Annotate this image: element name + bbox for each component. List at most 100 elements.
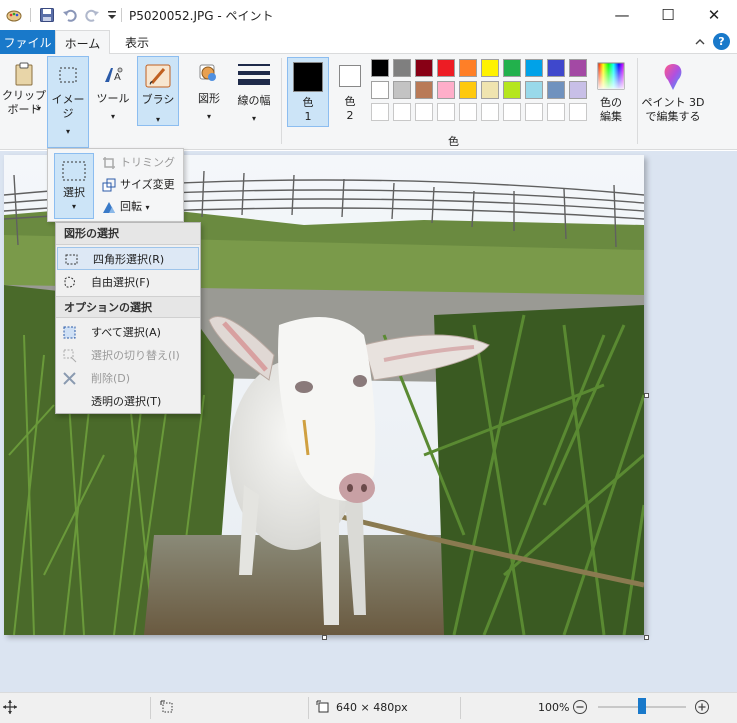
menu-item-rect-select[interactable]: 四角形選択(R) bbox=[57, 247, 199, 270]
redo-icon[interactable] bbox=[84, 7, 100, 23]
color-palette bbox=[371, 59, 593, 125]
palette-swatch-custom[interactable] bbox=[481, 103, 499, 121]
palette-swatch[interactable] bbox=[547, 59, 565, 77]
paint-app-icon[interactable] bbox=[6, 7, 22, 23]
customize-toolbar-icon[interactable] bbox=[104, 7, 120, 23]
palette-swatch[interactable] bbox=[415, 81, 433, 99]
tab-view[interactable]: 表示 bbox=[112, 30, 162, 54]
image-button[interactable]: イメージ ▾ bbox=[47, 56, 89, 148]
brush-icon bbox=[145, 64, 171, 88]
resize-button[interactable]: サイズ変更 bbox=[102, 176, 184, 194]
menu-item-delete[interactable]: 削除(D) bbox=[56, 367, 200, 390]
dropdown-arrow-icon: ▾ bbox=[206, 112, 211, 121]
color2-number: 2 bbox=[346, 109, 354, 122]
palette-swatch-custom[interactable] bbox=[547, 103, 565, 121]
tools-button[interactable]: A ツール ▾ bbox=[93, 58, 133, 134]
select-rect-icon bbox=[65, 254, 78, 265]
cursor-position-icon bbox=[3, 700, 17, 714]
palette-swatch[interactable] bbox=[371, 81, 389, 99]
palette-swatch[interactable] bbox=[481, 59, 499, 77]
paint3d-button[interactable]: ペイント 3D で編集する bbox=[640, 58, 706, 134]
shapes-button[interactable]: 図形 ▾ bbox=[188, 58, 230, 134]
edit-colors-button[interactable]: 色の 編集 bbox=[593, 58, 629, 134]
palette-swatch[interactable] bbox=[459, 59, 477, 77]
palette-swatch[interactable] bbox=[393, 59, 411, 77]
minimize-button[interactable]: — bbox=[599, 0, 645, 30]
ribbon: クリップ ボード ▾ イメージ ▾ A ツール ▾ ブラシ ▾ 図形 ▾ 線の幅… bbox=[0, 54, 737, 150]
palette-swatch-custom[interactable] bbox=[415, 103, 433, 121]
title-bar: P5020052.JPG - ペイント — ☐ ✕ bbox=[0, 0, 737, 30]
paint3d-icon bbox=[664, 64, 682, 90]
color2-swatch bbox=[339, 65, 361, 87]
tab-file[interactable]: ファイル bbox=[0, 30, 55, 54]
paint3d-label: ペイント 3D で編集する bbox=[641, 96, 705, 123]
resize-handle-bottom[interactable] bbox=[322, 635, 327, 640]
menu-header-shape: 図形の選択 bbox=[56, 223, 200, 245]
edit-colors-label: 色の 編集 bbox=[600, 96, 622, 123]
image-size-icon bbox=[316, 700, 329, 713]
zoom-out-icon[interactable] bbox=[572, 699, 588, 715]
zoom-in-icon[interactable] bbox=[694, 699, 710, 715]
palette-swatch[interactable] bbox=[481, 81, 499, 99]
palette-swatch[interactable] bbox=[415, 59, 433, 77]
select-button[interactable]: 選択 ▾ bbox=[54, 153, 94, 219]
crop-icon bbox=[103, 157, 115, 169]
palette-swatch-custom[interactable] bbox=[569, 103, 587, 121]
collapse-ribbon-icon[interactable] bbox=[694, 36, 706, 48]
shapes-label: 図形 bbox=[198, 92, 220, 105]
resize-icon bbox=[102, 178, 116, 192]
image-dimensions: 640 × 480px bbox=[336, 701, 408, 714]
palette-swatch-custom[interactable] bbox=[371, 103, 389, 121]
color2-button[interactable]: 色 2 bbox=[333, 57, 367, 127]
palette-swatch[interactable] bbox=[569, 59, 587, 77]
zoom-slider-thumb[interactable] bbox=[638, 698, 646, 714]
line-width-icon bbox=[238, 64, 270, 85]
resize-handle-right[interactable] bbox=[644, 393, 649, 398]
rect-select-label: 四角形選択(R) bbox=[93, 253, 165, 266]
clipboard-button[interactable]: クリップ ボード ▾ bbox=[2, 58, 46, 134]
palette-swatch[interactable] bbox=[525, 81, 543, 99]
image-label: イメージ bbox=[51, 93, 85, 120]
palette-swatch-custom[interactable] bbox=[393, 103, 411, 121]
palette-swatch-custom[interactable] bbox=[459, 103, 477, 121]
palette-swatch[interactable] bbox=[503, 81, 521, 99]
close-button[interactable]: ✕ bbox=[691, 0, 737, 30]
select-rect-icon bbox=[59, 67, 77, 83]
palette-swatch-custom[interactable] bbox=[525, 103, 543, 121]
maximize-button[interactable]: ☐ bbox=[645, 0, 691, 30]
zoom-level: 100% bbox=[538, 701, 570, 714]
resize-label: サイズ変更 bbox=[120, 178, 175, 191]
undo-icon[interactable] bbox=[62, 7, 78, 23]
palette-swatch[interactable] bbox=[393, 81, 411, 99]
palette-swatch[interactable] bbox=[437, 81, 455, 99]
selection-size-icon bbox=[160, 700, 173, 713]
tab-home[interactable]: ホーム bbox=[55, 30, 110, 55]
palette-swatch[interactable] bbox=[569, 81, 587, 99]
menu-item-transparent-select[interactable]: 透明の選択(T) bbox=[56, 390, 200, 413]
line-width-button[interactable]: 線の幅 ▾ bbox=[232, 58, 276, 134]
resize-handle-corner[interactable] bbox=[644, 635, 649, 640]
brush-button[interactable]: ブラシ ▾ bbox=[137, 56, 179, 126]
rotate-button[interactable]: 回転 ▾ bbox=[102, 198, 184, 216]
palette-swatch-custom[interactable] bbox=[437, 103, 455, 121]
menu-item-select-all[interactable]: すべて選択(A) bbox=[56, 321, 200, 344]
palette-swatch[interactable] bbox=[547, 81, 565, 99]
tools-label: ツール bbox=[96, 92, 130, 105]
dropdown-arrow-icon: ▾ bbox=[110, 112, 115, 121]
rotate-icon bbox=[103, 202, 115, 213]
palette-swatch-custom[interactable] bbox=[503, 103, 521, 121]
help-button[interactable]: ? bbox=[713, 33, 730, 50]
palette-swatch[interactable] bbox=[371, 59, 389, 77]
dropdown-arrow-icon: ▾ bbox=[251, 114, 256, 123]
color1-button[interactable]: 色 1 bbox=[287, 57, 329, 127]
menu-item-invert-selection[interactable]: 選択の切り替え(I) bbox=[56, 344, 200, 367]
palette-swatch[interactable] bbox=[459, 81, 477, 99]
menu-item-free-select[interactable]: 自由選択(F) bbox=[56, 271, 200, 294]
dropdown-arrow-icon: ▾ bbox=[37, 104, 42, 113]
ribbon-tabs: ファイル ホーム 表示 ? bbox=[0, 30, 737, 55]
trim-button[interactable]: トリミング bbox=[102, 154, 182, 172]
save-icon[interactable] bbox=[39, 7, 55, 23]
palette-swatch[interactable] bbox=[525, 59, 543, 77]
palette-swatch[interactable] bbox=[503, 59, 521, 77]
palette-swatch[interactable] bbox=[437, 59, 455, 77]
